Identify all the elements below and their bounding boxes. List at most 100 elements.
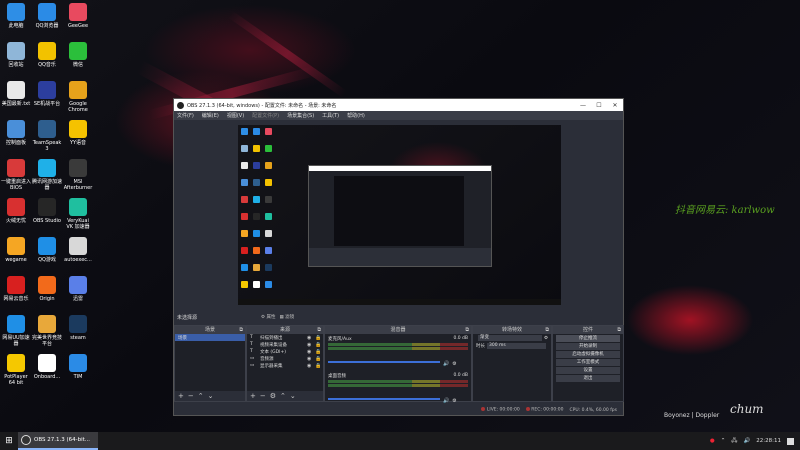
desktop-icon[interactable]: 回收站 bbox=[1, 42, 31, 68]
move-up-icon[interactable]: ⌃ bbox=[198, 392, 204, 400]
action-center-icon[interactable] bbox=[787, 437, 794, 445]
desktop-icon[interactable]: Onboard... bbox=[32, 354, 62, 380]
move-up-icon[interactable]: ⌃ bbox=[280, 392, 286, 400]
desktop-icon[interactable]: 美国最新.txt bbox=[1, 81, 31, 107]
dock-float-icon[interactable]: ⧉ bbox=[239, 326, 243, 334]
eye-icon[interactable]: ◉ bbox=[307, 363, 315, 369]
lock-icon[interactable]: 🔒 bbox=[315, 363, 323, 369]
menu-tools[interactable]: 工具(T) bbox=[322, 112, 339, 119]
speaker-icon[interactable]: 🔊 bbox=[443, 361, 449, 367]
start-recording-button[interactable]: 开始录制 bbox=[556, 343, 620, 350]
source-item[interactable]: ▭ 显示器采集 ◉ 🔒 bbox=[247, 362, 323, 369]
desktop-icon[interactable]: TeamSpeak 3 bbox=[32, 120, 62, 152]
source-item[interactable]: T 文本 (GDI+) ◉ 🔒 bbox=[247, 348, 323, 355]
properties-button[interactable]: ⚙ 属性 bbox=[261, 314, 275, 320]
lock-icon[interactable]: 🔒 bbox=[315, 335, 323, 341]
menu-view[interactable]: 视图(V) bbox=[227, 112, 244, 119]
menu-scene-collection[interactable]: 场景集合(S) bbox=[287, 112, 314, 119]
desktop-icon[interactable]: TIM bbox=[63, 354, 93, 380]
desktop-icon[interactable]: 腾讯网游加速器 bbox=[32, 159, 62, 191]
duration-input[interactable]: 300 ms bbox=[487, 343, 546, 349]
desktop-icon[interactable]: Origin bbox=[32, 276, 62, 302]
move-down-icon[interactable]: ⌄ bbox=[290, 392, 296, 400]
desktop-icon[interactable]: MSI Afterburner bbox=[63, 159, 93, 191]
gear-icon[interactable]: ⚙ bbox=[452, 361, 456, 367]
dock-float-icon[interactable]: ⧉ bbox=[465, 326, 469, 334]
desktop-icon[interactable]: 一键重启进入BIOS bbox=[1, 159, 31, 191]
transition-settings-icon[interactable]: ⚙ bbox=[544, 336, 548, 341]
move-down-icon[interactable]: ⌄ bbox=[208, 392, 214, 400]
obs-titlebar[interactable]: OBS 27.1.3 (64-bit, windows) - 配置文件: 未命名… bbox=[174, 99, 623, 111]
desktop-icon[interactable]: steam bbox=[63, 315, 93, 341]
desktop-icon[interactable]: YY语音 bbox=[63, 120, 93, 146]
lock-icon[interactable]: 🔒 bbox=[315, 342, 323, 348]
desktop-icon[interactable]: SE机战平台 bbox=[32, 81, 62, 107]
gear-icon[interactable]: ⚙ bbox=[452, 398, 456, 404]
clock[interactable]: 22:28:11 bbox=[756, 438, 781, 444]
filters-button[interactable]: ▦ 滤镜 bbox=[279, 314, 294, 320]
volume-icon[interactable]: 🔊 bbox=[743, 438, 750, 444]
transition-select[interactable]: 渐变 bbox=[478, 335, 542, 341]
source-item[interactable]: T 视频采集设备 ◉ 🔒 bbox=[247, 341, 323, 348]
preview-canvas[interactable] bbox=[238, 125, 561, 305]
desktop-icon[interactable]: autoexec... bbox=[63, 237, 93, 263]
desktop-icon[interactable]: 微信 bbox=[63, 42, 93, 68]
tray-arrow-icon[interactable]: ⌃ bbox=[721, 438, 726, 444]
virtual-camera-button[interactable]: 启动虚拟摄像机 bbox=[556, 351, 620, 358]
desktop-icon[interactable]: QQ音乐 bbox=[32, 42, 62, 68]
desktop-icon[interactable]: 火绒无忧 bbox=[1, 198, 31, 224]
desktop-icon-image bbox=[38, 159, 56, 177]
menu-profile[interactable]: 配置文件(P) bbox=[252, 112, 279, 119]
source-item[interactable]: T 扫描到播出 ◉ 🔒 bbox=[247, 334, 323, 341]
source-item-label: 显示器采集 bbox=[260, 363, 283, 369]
remove-scene-icon[interactable]: − bbox=[188, 392, 194, 400]
minimize-button[interactable]: — bbox=[575, 102, 591, 109]
source-settings-icon[interactable]: ⚙ bbox=[270, 392, 276, 400]
desktop-icon[interactable]: wegame bbox=[1, 237, 31, 263]
lock-icon[interactable]: 🔒 bbox=[315, 356, 323, 362]
obs-window[interactable]: OBS 27.1.3 (64-bit, windows) - 配置文件: 未命名… bbox=[173, 98, 624, 416]
close-button[interactable]: ✕ bbox=[607, 102, 623, 109]
desktop-icon[interactable]: Google Chrome bbox=[63, 81, 93, 113]
eye-icon[interactable]: ◉ bbox=[307, 349, 315, 355]
windows-start-icon[interactable]: ⊞ bbox=[0, 436, 18, 446]
source-item[interactable]: ▭ 音频源 ◉ 🔒 bbox=[247, 355, 323, 362]
scene-item[interactable]: 场景 bbox=[175, 334, 245, 341]
desktop-icon[interactable]: 此电脑 bbox=[1, 3, 31, 29]
stop-streaming-button[interactable]: 停止推流 bbox=[556, 335, 620, 342]
remove-source-icon[interactable]: − bbox=[260, 392, 266, 400]
dock-float-icon[interactable]: ⧉ bbox=[317, 326, 321, 334]
desktop-icon[interactable]: 网易云音乐 bbox=[1, 276, 31, 302]
desktop-icon[interactable]: 迅雷 bbox=[63, 276, 93, 302]
dock-float-icon[interactable]: ⧉ bbox=[617, 326, 621, 334]
volume-slider[interactable] bbox=[328, 361, 440, 363]
eye-icon[interactable]: ◉ bbox=[307, 356, 315, 362]
menu-help[interactable]: 帮助(H) bbox=[347, 112, 365, 119]
menu-file[interactable]: 文件(F) bbox=[177, 112, 194, 119]
desktop-icon[interactable]: 完美世界竞技平台 bbox=[32, 315, 62, 347]
settings-button[interactable]: 设置 bbox=[556, 367, 620, 374]
lock-icon[interactable]: 🔒 bbox=[315, 349, 323, 355]
studio-mode-button[interactable]: 工作室模式 bbox=[556, 359, 620, 366]
notification-dot-icon[interactable]: ● bbox=[710, 438, 715, 444]
add-source-icon[interactable]: + bbox=[250, 392, 256, 400]
desktop-icon[interactable]: PotPlayer 64 bit bbox=[1, 354, 31, 386]
eye-icon[interactable]: ◉ bbox=[307, 335, 315, 341]
desktop-icon[interactable]: VeryKuai VK 加速器 bbox=[63, 198, 93, 230]
eye-icon[interactable]: ◉ bbox=[307, 342, 315, 348]
dock-float-icon[interactable]: ⧉ bbox=[545, 326, 549, 334]
network-icon[interactable]: 🖧 bbox=[731, 437, 737, 446]
taskbar-obs-item[interactable]: OBS 27.1.3 (64-bit... bbox=[18, 432, 98, 450]
desktop-icon[interactable]: GeeGee bbox=[63, 3, 93, 29]
exit-button[interactable]: 退出 bbox=[556, 375, 620, 382]
speaker-icon[interactable]: 🔊 bbox=[443, 398, 449, 404]
add-scene-icon[interactable]: + bbox=[178, 392, 184, 400]
menu-edit[interactable]: 编辑(E) bbox=[202, 112, 219, 119]
desktop-icon[interactable]: OBS Studio bbox=[32, 198, 62, 224]
desktop-icon[interactable]: 控制面板 bbox=[1, 120, 31, 146]
desktop-icon[interactable]: QQ浏览器 bbox=[32, 3, 62, 29]
desktop-icon[interactable]: 网易UU加速器 bbox=[1, 315, 31, 347]
volume-slider[interactable] bbox=[328, 398, 440, 400]
desktop-icon[interactable]: QQ游戏 bbox=[32, 237, 62, 263]
maximize-button[interactable]: ☐ bbox=[591, 102, 607, 109]
